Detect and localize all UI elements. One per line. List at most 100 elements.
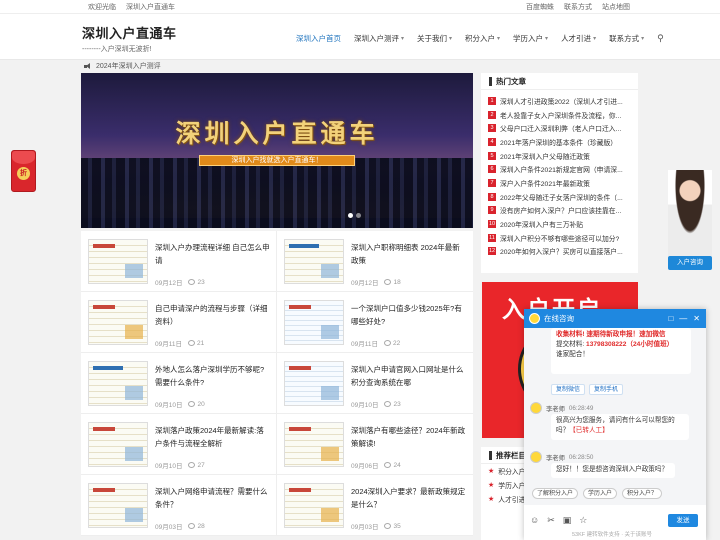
hot-article-item[interactable]: 12 2020年如何入深户？买房可以直接落户...	[488, 245, 632, 259]
carousel-dot[interactable]	[348, 213, 353, 218]
nav-degree[interactable]: 学历入户 ▾	[513, 33, 548, 44]
hot-article-item[interactable]: 5 2021年深圳入户父母随迁政策	[488, 149, 632, 163]
article-card[interactable]: 深圳入户申请官网入口网址是什么 积分查询系统在哪 09月10日 23	[277, 353, 473, 414]
notice-text[interactable]: 2024年深圳入户测评	[96, 61, 161, 71]
article-thumbnail[interactable]	[284, 422, 344, 467]
hot-article-item[interactable]: 10 2020年深圳入户有三万补贴	[488, 217, 632, 231]
article-card[interactable]: 深圳入户职称明细表 2024年最新政策 09月12日 18	[277, 231, 473, 292]
article-title[interactable]: 外地人怎么落户深圳学历不够呢?需要什么条件?	[155, 363, 271, 389]
article-thumbnail[interactable]	[284, 239, 344, 284]
avatar	[530, 451, 542, 463]
comment-count: 27	[197, 461, 205, 469]
comment-icon	[384, 279, 392, 285]
nav-home[interactable]: 深圳入户首页	[296, 33, 341, 44]
hot-article-title[interactable]: 没有房产如何入深户？户口应该挂靠在...	[500, 205, 621, 215]
star-icon[interactable]: ☆	[579, 515, 587, 526]
quick-replies: 了解积分入户 学历入户 积分入户？	[532, 488, 663, 499]
hero-banner[interactable]: 深圳入户直通车 深圳入户找就选入户直通车！	[81, 73, 473, 228]
article-title[interactable]: 深圳落户有哪些途径？2024年新政策解读!	[351, 424, 467, 450]
article-card[interactable]: 2024深圳入户要求？最新政策规定是什么？ 09月03日 35	[277, 475, 473, 536]
article-thumbnail[interactable]	[284, 361, 344, 406]
site-link[interactable]: 深圳入户直通车	[126, 2, 175, 12]
nav-talent[interactable]: 人才引进 ▾	[561, 33, 596, 44]
article-thumbnail[interactable]	[88, 422, 148, 467]
article-thumbnail[interactable]	[88, 483, 148, 528]
consult-button[interactable]: 入户咨询	[668, 256, 712, 270]
article-card[interactable]: 深圳落户政策2024年最新解读:落户条件与流程全解析 09月10日 27	[81, 414, 277, 475]
quick-reply[interactable]: 学历入户	[583, 488, 618, 499]
hot-article-title[interactable]: 2020年深圳入户有三万补贴	[500, 219, 583, 229]
hot-article-title[interactable]: 父母户口迁入深圳利弊（老人户口迁入...	[500, 123, 621, 133]
hot-article-item[interactable]: 6 深圳入户条件2021新规定官网（申请深...	[488, 162, 632, 176]
article-card[interactable]: 深圳入户办理流程详细 自己怎么申请 09月12日 23	[81, 231, 277, 292]
hot-article-title[interactable]: 深圳人才引进政策2022（深圳人才引进...	[500, 96, 623, 106]
nav-points[interactable]: 积分入户 ▾	[465, 33, 500, 44]
hot-article-title[interactable]: 2021年落户深圳的基本条件（珍藏版）	[500, 137, 617, 147]
hot-article-item[interactable]: 7 深户入户条件2021年最新政策	[488, 176, 632, 190]
hot-article-item[interactable]: 4 2021年落户深圳的基本条件（珍藏版）	[488, 135, 632, 149]
article-title[interactable]: 深圳入户申请官网入口网址是什么 积分查询系统在哪	[351, 363, 467, 389]
article-title[interactable]: 一个深圳户口值多少钱2025年?有哪些好处?	[351, 302, 467, 328]
nav-about[interactable]: 关于我们 ▾	[417, 33, 452, 44]
quick-reply[interactable]: 了解积分入户	[532, 488, 579, 499]
article-card[interactable]: 外地人怎么落户深圳学历不够呢?需要什么条件? 09月10日 20	[81, 353, 277, 414]
site-logo[interactable]: 深圳入户直通车 --------入户深圳无波折!	[82, 23, 177, 54]
comment-count: 28	[197, 522, 205, 530]
article-title[interactable]: 深圳落户政策2024年最新解读:落户条件与流程全解析	[155, 424, 271, 450]
article-card[interactable]: 深圳落户有哪些途径？2024年新政策解读! 09月06日 24	[277, 414, 473, 475]
contact-link[interactable]: 联系方式	[564, 2, 592, 12]
article-card[interactable]: 一个深圳户口值多少钱2025年?有哪些好处? 09月11日 22	[277, 292, 473, 353]
hot-article-title[interactable]: 2022年父母随迁子女落户深圳的条件（...	[500, 192, 623, 202]
expand-icon[interactable]: □	[668, 314, 673, 323]
hot-article-title[interactable]: 2020年如何入深户？买房可以直接落户...	[500, 246, 623, 256]
sitemap-link[interactable]: 站点地图	[602, 2, 630, 12]
hot-article-item[interactable]: 9 没有房产如何入深户？户口应该挂靠在...	[488, 204, 632, 218]
banner-title: 深圳入户直通车	[175, 119, 379, 148]
hot-article-item[interactable]: 2 老人投靠子女入户深圳条件及流程，你...	[488, 108, 632, 122]
folder-icon[interactable]: ▣	[563, 515, 572, 526]
article-title[interactable]: 深圳入户职称明细表 2024年最新政策	[351, 241, 467, 267]
nav-contact[interactable]: 联系方式 ▾	[609, 33, 644, 44]
hot-article-title[interactable]: 深圳入户积分不够有哪些途径可以加分?	[500, 233, 619, 243]
close-icon[interactable]: ✕	[693, 314, 700, 323]
search-icon[interactable]: ⚲	[657, 33, 664, 44]
article-title[interactable]: 2024深圳入户要求？最新政策规定是什么？	[351, 485, 467, 511]
article-thumbnail[interactable]	[88, 361, 148, 406]
site-slogan: --------入户深圳无波折!	[82, 46, 152, 53]
article-title[interactable]: 深圳入户办理流程详细 自己怎么申请	[155, 241, 271, 267]
article-card[interactable]: 深圳入户网络申请流程？需要什么条件？ 09月03日 28	[81, 475, 277, 536]
hot-article-item[interactable]: 11 深圳入户积分不够有哪些途径可以加分?	[488, 231, 632, 245]
chat-header[interactable]: 在线咨询 □ — ✕	[524, 309, 706, 328]
scissors-icon[interactable]: ✂	[547, 515, 555, 526]
article-thumbnail[interactable]	[284, 300, 344, 345]
article-card[interactable]: 自己申请深户的流程与步骤（详细资料） 09月11日 21	[81, 292, 277, 353]
copy-wechat-button[interactable]: 复制微信	[551, 384, 586, 395]
service-agent[interactable]: 入户咨询	[668, 170, 712, 272]
red-envelope-icon[interactable]: 折	[11, 150, 36, 192]
article-thumbnail[interactable]	[88, 239, 148, 284]
hot-article-title[interactable]: 2021年深圳入户父母随迁政策	[500, 151, 590, 161]
hot-article-title[interactable]: 老人投靠子女入户深圳条件及流程，你...	[500, 110, 621, 120]
recommend-title: 推荐栏目	[496, 450, 526, 460]
hot-article-item[interactable]: 8 2022年父母随迁子女落户深圳的条件（...	[488, 190, 632, 204]
minimize-icon[interactable]: —	[679, 314, 687, 323]
copy-phone-button[interactable]: 复制手机	[589, 384, 624, 395]
article-thumbnail[interactable]	[88, 300, 148, 345]
avatar	[530, 402, 542, 414]
article-title[interactable]: 自己申请深户的流程与步骤（详细资料）	[155, 302, 271, 328]
send-button[interactable]: 发送	[668, 514, 698, 527]
hot-article-item[interactable]: 3 父母户口迁入深圳利弊（老人户口迁入...	[488, 121, 632, 135]
hot-article-title[interactable]: 深户入户条件2021年最新政策	[500, 178, 590, 188]
hot-article-title[interactable]: 深圳入户条件2021新规定官网（申请深...	[500, 164, 623, 174]
baidu-spider-link[interactable]: 百度蜘蛛	[526, 2, 554, 12]
emoji-icon[interactable]: ☺	[530, 515, 539, 526]
main-nav: 深圳入户首页 深圳入户测评 ▾ 关于我们 ▾ 积分入户 ▾ 学历入户 ▾ 人才引进 ▾ 联…	[296, 33, 664, 44]
article-date: 09月03日	[351, 524, 379, 531]
quick-reply[interactable]: 积分入户？	[622, 488, 663, 499]
carousel-dot[interactable]	[356, 213, 361, 218]
article-title[interactable]: 深圳入户网络申请流程？需要什么条件？	[155, 485, 271, 511]
nav-evaluation[interactable]: 深圳入户测评 ▾	[354, 33, 404, 44]
comment-icon	[188, 279, 196, 285]
hot-article-item[interactable]: 1 深圳人才引进政策2022（深圳人才引进...	[488, 94, 632, 108]
article-thumbnail[interactable]	[284, 483, 344, 528]
